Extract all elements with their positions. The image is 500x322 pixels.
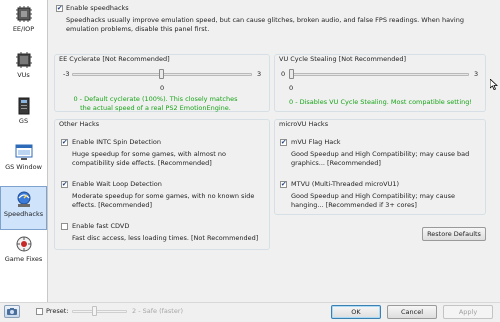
preset-slider-track[interactable]	[72, 310, 127, 313]
vu-cycle-stealing-slider-thumb[interactable]	[289, 69, 294, 79]
settings-sidebar: EE/IOP VUs GS GS Window Speedhacks Game …	[0, 0, 48, 302]
enable-speedhacks-label: Enable speedhacks	[66, 4, 129, 12]
sidebar-item-label: Speedhacks	[3, 210, 44, 218]
sidebar-item-gs-window[interactable]: GS Window	[0, 140, 47, 184]
ee-cyclerate-min-label: -3	[63, 70, 70, 78]
vu-cycle-stealing-value-label: 0	[289, 84, 294, 92]
mtvu-label: MTVU (Multi-Threaded microVU1)	[291, 180, 400, 188]
vu-cycle-stealing-description: 0 - Disables VU Cycle Stealing. Most com…	[289, 98, 472, 106]
cancel-button[interactable]: Cancel	[387, 305, 437, 319]
preset-checkbox[interactable]	[36, 308, 43, 315]
ok-button[interactable]: OK	[331, 305, 381, 319]
sidebar-item-ee-iop[interactable]: EE/IOP	[0, 2, 47, 46]
ee-cyclerate-value-label: 0	[160, 84, 165, 92]
other-hacks-title: Other Hacks	[58, 120, 101, 128]
sidebar-item-speedhacks[interactable]: Speedhacks	[0, 186, 47, 230]
intc-spin-detection-checkbox[interactable]	[61, 138, 68, 146]
ee-cyclerate-description: 0 - Default cyclerate (100%). This close…	[73, 95, 238, 112]
vu-cycle-stealing-slider-track[interactable]	[289, 73, 469, 76]
speedhacks-icon	[17, 191, 30, 207]
intc-spin-detection-description: Huge speedup for some games, with almost…	[72, 150, 226, 167]
microvu-hacks-title: microVU Hacks	[278, 120, 330, 128]
wait-loop-detection-checkbox[interactable]	[61, 180, 68, 188]
ee-cyclerate-title: EE Cyclerate [Not Recommended]	[58, 55, 171, 63]
apply-button[interactable]: Apply	[443, 305, 493, 319]
sidebar-item-gs[interactable]: GS	[0, 94, 47, 138]
preset-value-label: 2 - Safe (faster)	[132, 307, 184, 315]
chip-icon	[15, 6, 32, 22]
restore-defaults-button[interactable]: Restore Defaults	[422, 227, 486, 241]
mouse-cursor-icon	[490, 79, 498, 90]
vu-cycle-stealing-min-label: 0	[281, 70, 286, 78]
sidebar-item-label: Game Fixes	[4, 255, 43, 263]
mtvu-checkbox[interactable]	[280, 180, 287, 188]
fast-cdvd-label: Enable fast CDVD	[72, 222, 130, 230]
vu-cycle-stealing-title: VU Cycle Stealing [Not Recommended]	[278, 55, 408, 63]
game-fixes-icon	[16, 236, 31, 252]
fast-cdvd-checkbox[interactable]	[61, 223, 68, 230]
sidebar-item-label: VUs	[17, 71, 30, 79]
mvu-flag-hack-description: Good Speedup and High Compatibility; may…	[291, 150, 470, 167]
enable-speedhacks-checkbox[interactable]	[56, 4, 63, 12]
vu-chip-icon	[15, 52, 32, 68]
sidebar-item-label: EE/IOP	[12, 25, 35, 33]
sidebar-item-vus[interactable]: VUs	[0, 48, 47, 92]
mvu-flag-hack-checkbox[interactable]	[280, 138, 287, 146]
camera-icon	[7, 308, 17, 315]
sidebar-item-label: GS	[18, 117, 29, 125]
sidebar-item-game-fixes[interactable]: Game Fixes	[0, 232, 47, 276]
fast-cdvd-description: Fast disc access, less loading times. [N…	[72, 234, 259, 242]
sidebar-item-label: GS Window	[5, 163, 42, 171]
screenshot-button[interactable]	[4, 305, 20, 318]
preset-label: Preset:	[46, 307, 69, 315]
footer-divider	[0, 302, 500, 303]
window-icon	[15, 144, 32, 160]
ee-cyclerate-slider-thumb[interactable]	[159, 69, 164, 79]
wait-loop-detection-description: Moderate speedup for some games, with no…	[72, 192, 255, 209]
monitor-stack-icon	[18, 97, 29, 115]
wait-loop-detection-label: Enable Wait Loop Detection	[72, 180, 162, 188]
mtvu-description: Good Speedup and High Compatibility; may…	[291, 192, 455, 209]
ee-cyclerate-max-label: 3	[257, 70, 262, 78]
mvu-flag-hack-label: mVU Flag Hack	[291, 138, 341, 146]
vu-cycle-stealing-max-label: 3	[474, 70, 479, 78]
preset-slider-thumb[interactable]	[91, 306, 97, 316]
speedhacks-warning-text: Speedhacks usually improve emulation spe…	[66, 16, 464, 33]
intc-spin-detection-label: Enable INTC Spin Detection	[72, 138, 162, 146]
